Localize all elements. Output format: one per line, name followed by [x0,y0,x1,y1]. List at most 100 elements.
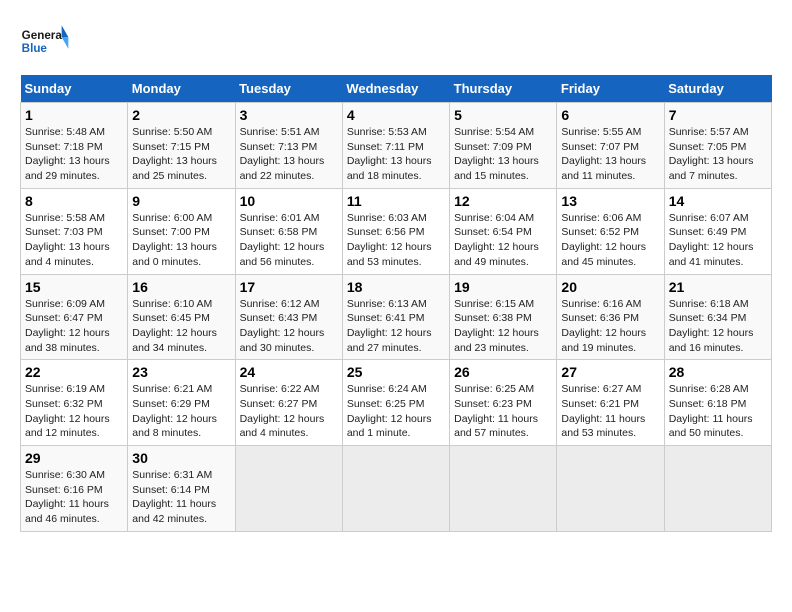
day-info: Sunrise: 6:07 AM Sunset: 6:49 PM Dayligh… [669,211,767,270]
calendar-cell-3-1: 15 Sunrise: 6:09 AM Sunset: 6:47 PM Dayli… [21,274,128,360]
day-info: Sunrise: 6:01 AM Sunset: 6:58 PM Dayligh… [240,211,338,270]
calendar-cell-5-4 [342,446,449,532]
day-number: 16 [132,279,230,295]
day-info: Sunrise: 6:18 AM Sunset: 6:34 PM Dayligh… [669,297,767,356]
day-number: 22 [25,364,123,380]
day-info: Sunrise: 6:28 AM Sunset: 6:18 PM Dayligh… [669,382,767,441]
calendar-cell-2-3: 10Sunrise: 6:01 AM Sunset: 6:58 PM Dayli… [235,188,342,274]
day-number: 9 [132,193,230,209]
day-number: 29 [25,450,123,466]
calendar-cell-1-3: 3 Sunrise: 5:51 AM Sunset: 7:13 PM Daylig… [235,103,342,189]
calendar-week-4: 22 Sunrise: 6:19 AM Sunset: 6:32 PM Dayli… [21,360,772,446]
day-number: 25 [347,364,445,380]
day-info: Sunrise: 6:19 AM Sunset: 6:32 PM Dayligh… [25,382,123,441]
calendar-cell-5-3 [235,446,342,532]
calendar-week-2: 8 Sunrise: 5:58 AM Sunset: 7:03 PM Daylig… [21,188,772,274]
day-number: 4 [347,107,445,123]
calendar-table: SundayMondayTuesdayWednesdayThursdayFrid… [20,75,772,532]
day-number: 11 [347,193,445,209]
header-saturday: Saturday [664,75,771,103]
day-number: 30 [132,450,230,466]
calendar-cell-4-6: 27Sunrise: 6:27 AM Sunset: 6:21 PM Dayli… [557,360,664,446]
calendar-cell-1-7: 7 Sunrise: 5:57 AM Sunset: 7:05 PM Daylig… [664,103,771,189]
calendar-cell-1-5: 5Sunrise: 5:54 AM Sunset: 7:09 PM Daylig… [450,103,557,189]
day-number: 19 [454,279,552,295]
calendar-cell-3-4: 18Sunrise: 6:13 AM Sunset: 6:41 PM Dayli… [342,274,449,360]
day-info: Sunrise: 6:30 AM Sunset: 6:16 PM Dayligh… [25,468,123,527]
day-info: Sunrise: 6:12 AM Sunset: 6:43 PM Dayligh… [240,297,338,356]
calendar-cell-4-7: 28 Sunrise: 6:28 AM Sunset: 6:18 PM Dayli… [664,360,771,446]
day-number: 14 [669,193,767,209]
calendar-header-row: SundayMondayTuesdayWednesdayThursdayFrid… [21,75,772,103]
calendar-week-1: 1 Sunrise: 5:48 AM Sunset: 7:18 PM Daylig… [21,103,772,189]
day-number: 24 [240,364,338,380]
day-number: 8 [25,193,123,209]
day-number: 26 [454,364,552,380]
calendar-cell-5-2: 30 Sunrise: 6:31 AM Sunset: 6:14 PM Dayli… [128,446,235,532]
day-number: 1 [25,107,123,123]
day-info: Sunrise: 6:21 AM Sunset: 6:29 PM Dayligh… [132,382,230,441]
day-info: Sunrise: 6:16 AM Sunset: 6:36 PM Dayligh… [561,297,659,356]
day-info: Sunrise: 5:51 AM Sunset: 7:13 PM Dayligh… [240,125,338,184]
day-info: Sunrise: 6:31 AM Sunset: 6:14 PM Dayligh… [132,468,230,527]
calendar-cell-4-4: 25 Sunrise: 6:24 AM Sunset: 6:25 PM Dayli… [342,360,449,446]
day-info: Sunrise: 5:55 AM Sunset: 7:07 PM Dayligh… [561,125,659,184]
header-wednesday: Wednesday [342,75,449,103]
calendar-cell-5-1: 29 Sunrise: 6:30 AM Sunset: 6:16 PM Dayli… [21,446,128,532]
day-info: Sunrise: 6:06 AM Sunset: 6:52 PM Dayligh… [561,211,659,270]
day-info: Sunrise: 5:50 AM Sunset: 7:15 PM Dayligh… [132,125,230,184]
day-info: Sunrise: 5:53 AM Sunset: 7:11 PM Dayligh… [347,125,445,184]
day-info: Sunrise: 6:10 AM Sunset: 6:45 PM Dayligh… [132,297,230,356]
page-header: General Blue [20,20,772,65]
calendar-cell-4-3: 24 Sunrise: 6:22 AM Sunset: 6:27 PM Dayli… [235,360,342,446]
day-info: Sunrise: 6:27 AM Sunset: 6:21 PM Dayligh… [561,382,659,441]
calendar-cell-3-5: 19 Sunrise: 6:15 AM Sunset: 6:38 PM Dayli… [450,274,557,360]
calendar-cell-1-2: 2 Sunrise: 5:50 AM Sunset: 7:15 PM Daylig… [128,103,235,189]
calendar-cell-1-1: 1 Sunrise: 5:48 AM Sunset: 7:18 PM Daylig… [21,103,128,189]
svg-text:Blue: Blue [22,42,48,55]
calendar-cell-3-3: 17 Sunrise: 6:12 AM Sunset: 6:43 PM Dayli… [235,274,342,360]
day-number: 23 [132,364,230,380]
calendar-cell-2-4: 11 Sunrise: 6:03 AM Sunset: 6:56 PM Dayli… [342,188,449,274]
calendar-cell-4-5: 26 Sunrise: 6:25 AM Sunset: 6:23 PM Dayli… [450,360,557,446]
day-number: 20 [561,279,659,295]
day-info: Sunrise: 6:15 AM Sunset: 6:38 PM Dayligh… [454,297,552,356]
day-number: 17 [240,279,338,295]
day-info: Sunrise: 5:54 AM Sunset: 7:09 PM Dayligh… [454,125,552,184]
calendar-cell-2-7: 14 Sunrise: 6:07 AM Sunset: 6:49 PM Dayli… [664,188,771,274]
day-info: Sunrise: 5:57 AM Sunset: 7:05 PM Dayligh… [669,125,767,184]
day-number: 12 [454,193,552,209]
day-info: Sunrise: 6:24 AM Sunset: 6:25 PM Dayligh… [347,382,445,441]
calendar-cell-5-7 [664,446,771,532]
day-info: Sunrise: 6:04 AM Sunset: 6:54 PM Dayligh… [454,211,552,270]
header-sunday: Sunday [21,75,128,103]
header-friday: Friday [557,75,664,103]
day-number: 3 [240,107,338,123]
calendar-cell-4-2: 23 Sunrise: 6:21 AM Sunset: 6:29 PM Dayli… [128,360,235,446]
header-monday: Monday [128,75,235,103]
day-info: Sunrise: 6:03 AM Sunset: 6:56 PM Dayligh… [347,211,445,270]
calendar-cell-5-6 [557,446,664,532]
calendar-cell-2-6: 13 Sunrise: 6:06 AM Sunset: 6:52 PM Dayli… [557,188,664,274]
calendar-cell-1-6: 6 Sunrise: 5:55 AM Sunset: 7:07 PM Daylig… [557,103,664,189]
logo-svg: General Blue [20,20,70,65]
logo: General Blue [20,20,70,65]
calendar-week-3: 15 Sunrise: 6:09 AM Sunset: 6:47 PM Dayli… [21,274,772,360]
day-info: Sunrise: 6:22 AM Sunset: 6:27 PM Dayligh… [240,382,338,441]
day-number: 7 [669,107,767,123]
day-number: 13 [561,193,659,209]
day-info: Sunrise: 5:48 AM Sunset: 7:18 PM Dayligh… [25,125,123,184]
svg-text:General: General [22,29,65,42]
header-thursday: Thursday [450,75,557,103]
day-number: 28 [669,364,767,380]
day-number: 6 [561,107,659,123]
calendar-cell-1-4: 4 Sunrise: 5:53 AM Sunset: 7:11 PM Daylig… [342,103,449,189]
calendar-cell-2-2: 9 Sunrise: 6:00 AM Sunset: 7:00 PM Daylig… [128,188,235,274]
day-number: 2 [132,107,230,123]
day-info: Sunrise: 6:25 AM Sunset: 6:23 PM Dayligh… [454,382,552,441]
day-info: Sunrise: 6:09 AM Sunset: 6:47 PM Dayligh… [25,297,123,356]
day-info: Sunrise: 6:00 AM Sunset: 7:00 PM Dayligh… [132,211,230,270]
day-number: 18 [347,279,445,295]
day-number: 15 [25,279,123,295]
day-info: Sunrise: 5:58 AM Sunset: 7:03 PM Dayligh… [25,211,123,270]
